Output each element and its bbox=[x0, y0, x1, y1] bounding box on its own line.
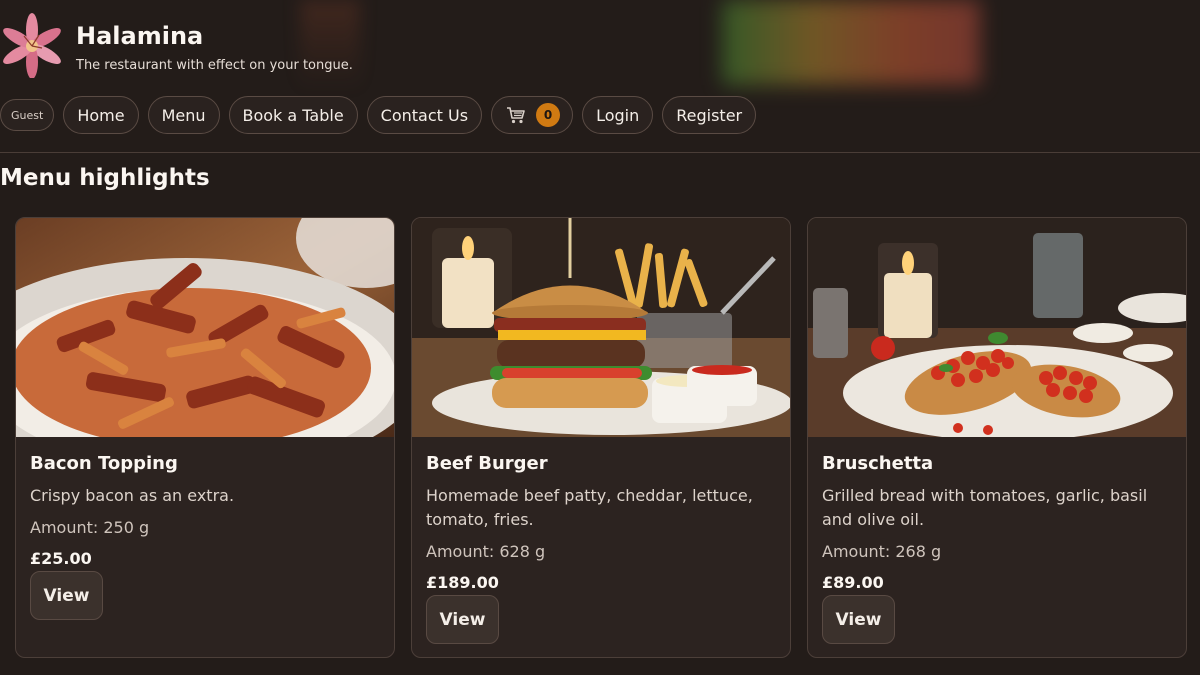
menu-item-title: Beef Burger bbox=[426, 453, 548, 474]
brand-name[interactable]: Halamina bbox=[76, 22, 203, 50]
menu-item-description: Crispy bacon as an extra. bbox=[30, 486, 235, 505]
menu-item-description: Homemade beef patty, cheddar, lettuce, t… bbox=[426, 486, 753, 529]
menu-item-amount: Amount: 250 g bbox=[30, 518, 150, 537]
menu-item-price: £189.00 bbox=[426, 573, 499, 592]
menu-item-title: Bacon Topping bbox=[30, 453, 178, 474]
menu-item-title: Bruschetta bbox=[822, 453, 934, 474]
site-header: Halamina The restaurant with effect on y… bbox=[0, 0, 1200, 153]
lily-flower-icon[interactable] bbox=[0, 12, 64, 78]
nav-register-link[interactable]: Register bbox=[662, 96, 757, 134]
menu-item-card: Bruschetta Grilled bread with tomatoes, … bbox=[807, 217, 1187, 658]
cart-button[interactable]: 0 bbox=[491, 96, 574, 134]
nav-home-link[interactable]: Home bbox=[63, 96, 139, 134]
view-button[interactable]: View bbox=[822, 595, 895, 644]
menu-item-card: Beef Burger Homemade beef patty, cheddar… bbox=[411, 217, 791, 658]
nav-book-table-link[interactable]: Book a Table bbox=[228, 96, 358, 134]
shopping-cart-icon bbox=[507, 107, 525, 124]
bacon-topping-image[interactable] bbox=[16, 218, 394, 437]
menu-item-amount: Amount: 628 g bbox=[426, 542, 546, 561]
brand-tagline: The restaurant with effect on your tongu… bbox=[76, 58, 353, 73]
menu-item-card: Bacon Topping Crispy bacon as an extra. … bbox=[15, 217, 395, 658]
menu-item-description: Grilled bread with tomatoes, garlic, bas… bbox=[822, 486, 1148, 529]
menu-item-price: £89.00 bbox=[822, 573, 884, 592]
section-title: Menu highlights bbox=[0, 165, 210, 191]
menu-item-price: £25.00 bbox=[30, 549, 92, 568]
bruschetta-image[interactable] bbox=[808, 218, 1186, 437]
nav-contact-link[interactable]: Contact Us bbox=[366, 96, 483, 134]
view-button[interactable]: View bbox=[426, 595, 499, 644]
nav-menu-link[interactable]: Menu bbox=[147, 96, 220, 134]
guest-badge: Guest bbox=[0, 99, 55, 131]
menu-highlights-list: Bacon Topping Crispy bacon as an extra. … bbox=[15, 217, 1187, 658]
nav-login-link[interactable]: Login bbox=[582, 96, 654, 134]
cart-count-badge: 0 bbox=[536, 103, 561, 127]
menu-item-amount: Amount: 268 g bbox=[822, 542, 942, 561]
main-nav: Guest Home Menu Book a Table Contact Us … bbox=[0, 95, 757, 135]
view-button[interactable]: View bbox=[30, 571, 103, 620]
beef-burger-image[interactable] bbox=[412, 218, 790, 437]
